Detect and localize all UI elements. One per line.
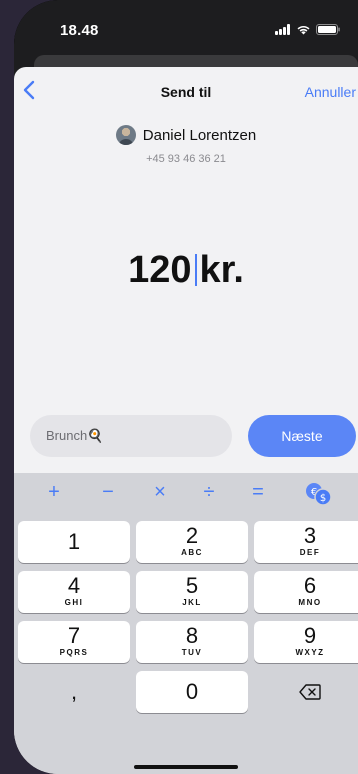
send-sheet: Send til Annuller Daniel Lorentzen +45 9… — [14, 67, 358, 774]
key-number: 5 — [185, 573, 199, 598]
amount-currency: kr. — [199, 249, 244, 291]
multiply-key[interactable]: × — [148, 481, 172, 504]
key-letters: ABC — [181, 548, 203, 557]
battery-icon — [316, 24, 340, 35]
key-comma[interactable]: , — [18, 671, 130, 713]
recipient-phone: +45 93 46 36 21 — [146, 153, 226, 165]
next-button-label: Næste — [281, 428, 323, 444]
key-number: , — [70, 679, 78, 704]
backspace-icon — [299, 684, 321, 700]
backspace-key[interactable] — [254, 671, 358, 713]
key-letters: MNO — [298, 598, 322, 607]
key-4[interactable]: 4 GHI — [18, 571, 130, 613]
recipient-info: Daniel Lorentzen +45 93 46 36 21 — [14, 125, 358, 165]
message-text: Brunch🍳 — [46, 428, 104, 443]
key-0[interactable]: 0 — [136, 671, 248, 713]
key-1[interactable]: 1 — [18, 521, 130, 563]
key-letters: PQRS — [59, 648, 89, 657]
key-7[interactable]: 7 PQRS — [18, 621, 130, 663]
divide-key[interactable]: ÷ — [197, 481, 221, 504]
key-letters: WXYZ — [295, 648, 325, 657]
key-number: 6 — [303, 573, 317, 598]
key-3[interactable]: 3 DEF — [254, 521, 358, 563]
key-letters: GHI — [64, 598, 84, 607]
recipient-name: Daniel Lorentzen — [142, 126, 257, 144]
avatar — [115, 125, 136, 145]
svg-text:$: $ — [320, 493, 326, 504]
key-number: 9 — [303, 623, 317, 648]
key-number: 8 — [185, 623, 199, 648]
amount-display[interactable]: 120 kr. — [14, 249, 358, 292]
wifi-icon — [297, 25, 310, 35]
key-5[interactable]: 5 JKL — [136, 571, 248, 613]
numeric-keyboard: + − × ÷ = € $ 1 2 ABC 3 DEF 4 GHI 5 JKL … — [14, 473, 358, 774]
status-icons — [275, 24, 340, 35]
equals-key[interactable]: = — [246, 481, 270, 504]
home-indicator[interactable] — [134, 765, 238, 769]
key-number: 2 — [185, 523, 199, 548]
phone-screen: 18.48 Send til Annuller Daniel Lorentzen… — [14, 0, 358, 774]
minus-key[interactable]: − — [96, 481, 120, 504]
recipient-row: Daniel Lorentzen — [115, 125, 257, 145]
key-8[interactable]: 8 TUV — [136, 621, 248, 663]
cancel-button[interactable]: Annuller — [305, 84, 356, 100]
operator-row: + − × ÷ = € $ — [14, 473, 358, 515]
key-letters: JKL — [182, 598, 202, 607]
text-cursor — [194, 254, 197, 286]
amount-value: 120 — [128, 249, 192, 291]
status-time: 18.48 — [60, 22, 99, 39]
key-9[interactable]: 9 WXYZ — [254, 621, 358, 663]
currency-exchange-icon[interactable]: € $ — [304, 481, 332, 507]
signal-icon — [275, 24, 291, 35]
status-bar: 18.48 — [14, 0, 358, 56]
key-letters: TUV — [181, 648, 203, 657]
key-number: 3 — [303, 523, 317, 548]
phone-frame: 18.48 Send til Annuller Daniel Lorentzen… — [14, 0, 358, 774]
key-number: 7 — [67, 623, 81, 648]
key-letters: DEF — [299, 548, 321, 557]
key-number: 0 — [185, 679, 199, 704]
plus-key[interactable]: + — [42, 481, 66, 504]
next-button[interactable]: Næste — [248, 415, 356, 457]
message-input[interactable]: Brunch🍳 — [30, 415, 232, 457]
key-2[interactable]: 2 ABC — [136, 521, 248, 563]
key-6[interactable]: 6 MNO — [254, 571, 358, 613]
key-number: 1 — [67, 529, 81, 554]
key-number: 4 — [67, 573, 81, 598]
